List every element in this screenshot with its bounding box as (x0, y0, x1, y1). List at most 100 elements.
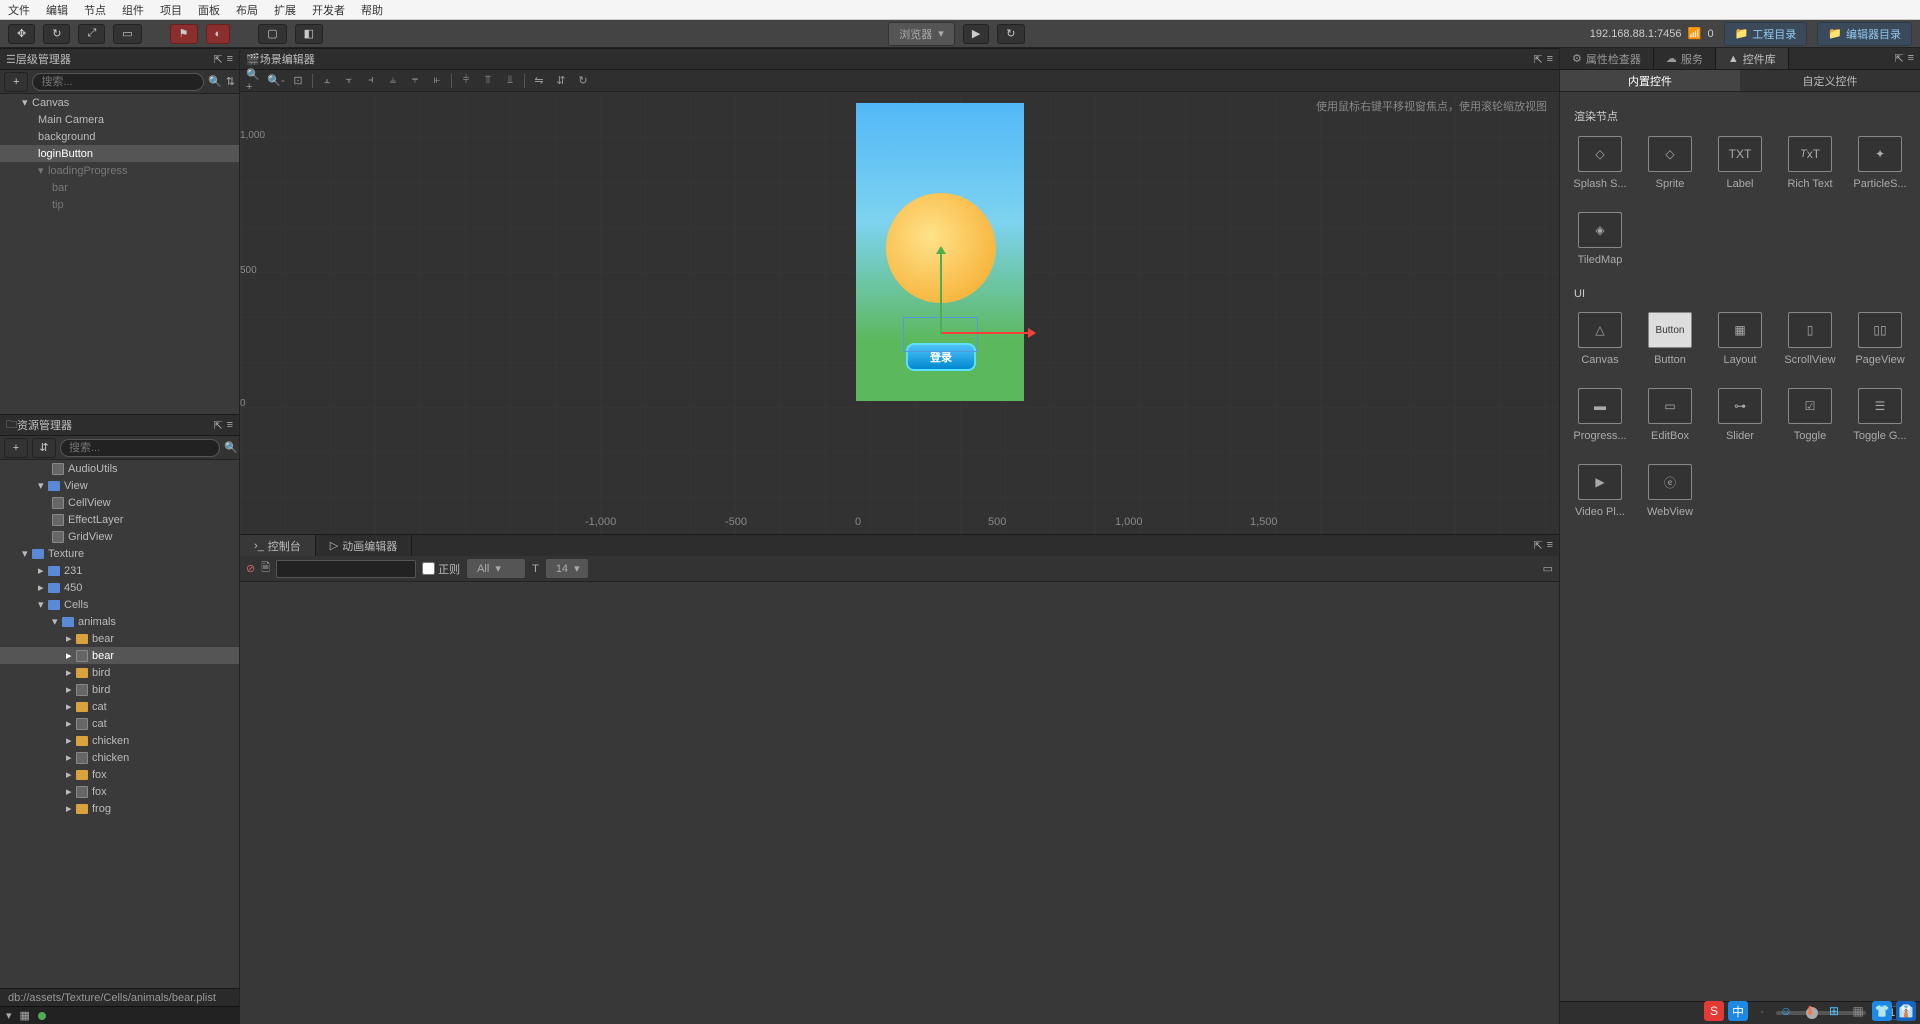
dist-h-icon[interactable]: ⫩ (458, 73, 474, 89)
tree-loading-progress[interactable]: ▾loadingProgress (0, 162, 239, 179)
widget-particle[interactable]: ✦ParticleS... (1850, 130, 1910, 196)
builtin-tab[interactable]: 内置控件 (1560, 70, 1740, 91)
rect-tool[interactable]: ▭ (113, 24, 141, 44)
assets-panel-header[interactable]: 🗀 资源管理器 ⇱≡ (0, 414, 239, 436)
asset-row-selected[interactable]: ▸bear (0, 647, 239, 664)
align-middle-icon[interactable]: ⫧ (407, 73, 423, 89)
align-tool-1[interactable]: ▢ (258, 24, 286, 44)
hierarchy-search[interactable] (32, 73, 204, 91)
collapse-icon[interactable]: ▭ (1543, 562, 1553, 575)
anim-tab[interactable]: ▷ 动画编辑器 (316, 535, 412, 556)
play-button[interactable]: ▶ (963, 24, 989, 44)
asset-row[interactable]: GridView (0, 528, 239, 545)
menu-panel[interactable]: 面板 (198, 2, 220, 18)
editor-dir-button[interactable]: 📁 编辑器目录 (1817, 22, 1912, 46)
flip-v-icon[interactable]: ⇵ (553, 73, 569, 89)
menu-edit[interactable]: 编辑 (46, 2, 68, 18)
menu-icon[interactable]: ≡ (1547, 53, 1553, 66)
widget-label[interactable]: TXTLabel (1710, 130, 1770, 196)
preview-dropdown[interactable]: 浏览器 ▾ (888, 22, 955, 46)
asset-row[interactable]: EffectLayer (0, 511, 239, 528)
widget-layout[interactable]: ▦Layout (1710, 306, 1770, 372)
project-dir-button[interactable]: 📁 工程目录 (1724, 22, 1808, 46)
lang-icon[interactable]: 中 (1728, 1001, 1748, 1021)
custom-tab[interactable]: 自定义控件 (1740, 70, 1920, 91)
asset-row[interactable]: ▸fox (0, 766, 239, 783)
widget-button[interactable]: ButtonButton (1640, 306, 1700, 372)
asset-row[interactable]: ▸cat (0, 715, 239, 732)
asset-row[interactable]: ▸fox (0, 783, 239, 800)
menu-file[interactable]: 文件 (8, 2, 30, 18)
popout-icon[interactable]: ⇱ (213, 419, 222, 432)
align-left-icon[interactable]: ⫠ (319, 73, 335, 89)
dist-h2-icon[interactable]: ⫫ (502, 73, 518, 89)
zoom-in-icon[interactable]: 🔍+ (246, 73, 262, 89)
popout-icon[interactable]: ⇱ (213, 53, 222, 66)
pivot-tool[interactable]: ◐ (206, 24, 231, 44)
collapse-icon[interactable]: ▾ (6, 1009, 12, 1022)
tree-login-button[interactable]: loginButton (0, 145, 239, 162)
tray-icon[interactable]: 👕 (1872, 1001, 1892, 1021)
popout-icon[interactable]: ⇱ (1533, 53, 1542, 66)
scene-canvas[interactable]: 使用鼠标右键平移视窗焦点，使用滚轮缩放视图 1,000 500 0 -1,000… (240, 92, 1559, 534)
widget-richtext[interactable]: TxTRich Text (1780, 130, 1840, 196)
widget-scrollview[interactable]: ▯ScrollView (1780, 306, 1840, 372)
tray-icon[interactable]: ▦ (1848, 1001, 1868, 1021)
tray-icon[interactable]: ⊞ (1824, 1001, 1844, 1021)
menu-node[interactable]: 节点 (84, 2, 106, 18)
font-size-dropdown[interactable]: 14 ▾ (545, 558, 589, 579)
menu-layout[interactable]: 布局 (236, 2, 258, 18)
tree-bar[interactable]: bar (0, 179, 239, 196)
widget-progress[interactable]: ▬Progress... (1570, 382, 1630, 448)
tray-icon[interactable]: ⬇ (1800, 1001, 1820, 1021)
tree-tip[interactable]: tip (0, 196, 239, 213)
widget-editbox[interactable]: ▭EditBox (1640, 382, 1700, 448)
hierarchy-panel-header[interactable]: ☰ 层级管理器 ⇱≡ (0, 48, 239, 70)
menu-icon[interactable]: ≡ (227, 53, 233, 66)
tree-background[interactable]: background (0, 128, 239, 145)
services-tab[interactable]: ☁ 服务 (1654, 48, 1716, 69)
x-axis-gizmo[interactable] (940, 332, 1030, 334)
asset-row[interactable]: ▸bird (0, 681, 239, 698)
align-tool-2[interactable]: ◧ (295, 24, 323, 44)
search-icon[interactable]: 🔍 (224, 441, 238, 454)
menu-icon[interactable]: ≡ (1908, 52, 1914, 65)
dist-v-icon[interactable]: ⫪ (480, 73, 496, 89)
menu-help[interactable]: 帮助 (361, 2, 383, 18)
menu-developer[interactable]: 开发者 (312, 2, 345, 18)
tree-main-camera[interactable]: Main Camera (0, 111, 239, 128)
popout-icon[interactable]: ⇱ (1894, 52, 1903, 65)
asset-row[interactable]: AudioUtils (0, 460, 239, 477)
widget-toggle[interactable]: ☑Toggle (1780, 382, 1840, 448)
console-tab[interactable]: ›_ 控制台 (240, 535, 316, 556)
widget-splash[interactable]: ◇Splash S... (1570, 130, 1630, 196)
asset-row[interactable]: ▸chicken (0, 732, 239, 749)
zoom-out-icon[interactable]: 🔍- (268, 73, 284, 89)
filter-icon[interactable]: ⇅ (226, 75, 235, 88)
asset-row[interactable]: ▸bear (0, 630, 239, 647)
rotate-cw-icon[interactable]: ↻ (575, 73, 591, 89)
asset-row[interactable]: ▸chicken (0, 749, 239, 766)
terminal-icon[interactable]: ▦ (20, 1009, 30, 1022)
menu-extension[interactable]: 扩展 (274, 2, 296, 18)
align-bottom-icon[interactable]: ⫦ (429, 73, 445, 89)
flip-h-icon[interactable]: ⇋ (531, 73, 547, 89)
widget-webview[interactable]: ⓔWebView (1640, 458, 1700, 524)
widget-videoplayer[interactable]: ▶Video Pl... (1570, 458, 1630, 524)
move-tool[interactable]: ✥ (8, 24, 35, 44)
sort-button[interactable]: ⇵ (32, 438, 56, 458)
log-level-dropdown[interactable]: All ▾ (466, 558, 526, 579)
open-log-icon[interactable]: 🗎 (261, 559, 270, 578)
tray-icon[interactable]: · (1752, 1001, 1772, 1021)
menu-bar[interactable]: 文件 编辑 节点 组件 项目 面板 布局 扩展 开发者 帮助 (0, 0, 1920, 20)
console-body[interactable] (240, 582, 1559, 1024)
tray-icon[interactable]: ☺ (1776, 1001, 1796, 1021)
hierarchy-tree[interactable]: ▾Canvas Main Camera background loginButt… (0, 94, 239, 414)
clear-icon[interactable]: ⊘ (246, 562, 255, 575)
regex-checkbox[interactable]: 正则 (422, 561, 460, 577)
scale-tool[interactable]: ⤢ (78, 24, 105, 44)
widget-canvas[interactable]: △Canvas (1570, 306, 1630, 372)
asset-row[interactable]: CellView (0, 494, 239, 511)
create-node-button[interactable]: + (4, 72, 28, 92)
asset-row[interactable]: ▸cat (0, 698, 239, 715)
